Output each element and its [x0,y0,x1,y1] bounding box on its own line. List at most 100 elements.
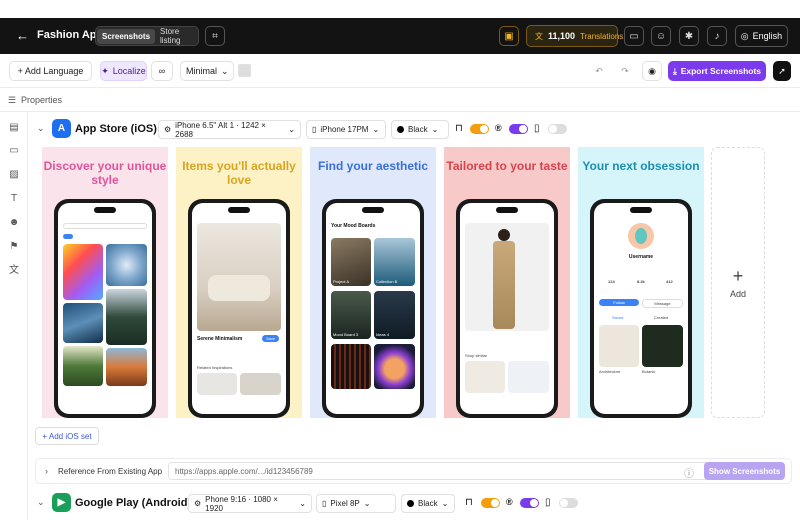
chevron-down-icon: ⌄ [363,499,371,508]
tab-store-listing[interactable]: Store listing [155,24,197,48]
language-select[interactable]: ◎ English [735,25,788,47]
info-icon[interactable]: ⓘ [684,465,694,480]
reference-row: › Reference From Existing App https://ap… [35,458,792,484]
sticker-icon[interactable]: ☻ [7,216,21,230]
ios-device-size-select[interactable]: ⚙ iPhone 6.5" Alt 1 · 1242 × 2688 ⌄ [158,120,301,139]
screenshot-card-4[interactable]: Tailored to your taste Shop similar [444,147,570,418]
profile-tab: Saved [612,315,624,320]
add-screenshot-card[interactable]: + Add [711,147,765,418]
redo-icon[interactable]: ↷ [617,61,633,81]
app-store-icon: A [52,119,71,138]
back-arrow-icon[interactable]: ← [16,28,32,44]
sparkle-icon: ✦ [101,65,109,76]
add-language-button[interactable]: + Add Language [9,61,92,81]
phone-icon: ▯ [322,499,327,508]
badge-toggle[interactable] [509,124,528,134]
ios-frame-color-select[interactable]: Black ⌄ [391,120,449,139]
stat-value: 124 [608,279,615,284]
font-select[interactable]: Minimal ⌄ [180,61,234,81]
scan-icon[interactable]: ⌗ [205,26,225,46]
chevron-right-icon[interactable]: › [45,466,48,476]
collapse-chevron-icon[interactable]: ⌄ [37,123,45,134]
search-input [63,223,147,229]
shop-similar-label: Shop similar [465,353,488,358]
plus-icon: + [732,265,744,286]
reference-label: Reference From Existing App [58,467,163,476]
chevron-down-icon: ⌄ [431,125,439,134]
gear-icon: ⚙ [194,499,202,508]
globe-icon: ◎ [740,30,749,41]
properties-bar[interactable]: ☰ Properties [0,88,800,112]
folder-icon[interactable]: ▭ [624,26,644,46]
android-device-model-select[interactable]: ▯ Pixel 8P ⌄ [316,494,396,513]
layout-icon[interactable]: ▤ [7,121,21,135]
color-dot [397,126,404,133]
screenshot-card-5[interactable]: Your next obsession Username 124 8.2k 41… [578,147,704,418]
folder-icon[interactable]: ▭ [7,144,21,158]
chevron-down-icon: ⌄ [441,499,449,508]
frame-toggle[interactable] [470,124,489,134]
link-icon[interactable]: ∞ [151,61,173,81]
frame-icon: ⊓ [465,497,473,508]
screenshot-card-3[interactable]: Find your aesthetic Your Mood Boards Pro… [310,147,436,418]
color-dot [407,500,414,507]
card-headline: Items you'll actually love [182,159,296,187]
text-icon[interactable]: T [7,192,21,206]
color-swatch[interactable] [238,64,251,77]
bell-icon[interactable]: ♪ [707,26,727,46]
android-platform-title: Google Play (Android) [75,497,192,509]
add-ios-set-button[interactable]: + Add iOS set [35,427,99,445]
google-play-icon: ▶ [52,493,71,512]
undo-icon[interactable]: ↶ [591,61,607,81]
credits-icon[interactable]: ▣ [499,26,519,46]
chevron-down-icon: ⌄ [372,125,380,134]
file-icon: ▯ [534,123,540,134]
translate-icon: 文 [535,31,543,41]
image-icon[interactable]: ▨ [7,168,21,182]
badge-toggle[interactable] [520,498,539,508]
screenshot-card-2[interactable]: Items you'll actually love Serene Minima… [176,147,302,418]
card-headline: Find your aesthetic [317,159,429,173]
app-url-input[interactable]: https://apps.apple.com/.../id123456789 [168,462,709,480]
card-headline: Tailored to your taste [446,159,568,173]
related-label: Related Inspirations [197,365,233,370]
phone-icon: ▯ [312,125,317,134]
menu-icon: ☰ [8,95,17,105]
file-toggle[interactable] [548,124,567,134]
android-frame-color-select[interactable]: Black ⌄ [401,494,455,513]
localize-button[interactable]: ✦ Localize [100,61,147,81]
collapse-chevron-icon[interactable]: ⌄ [37,497,45,508]
export-screenshots-button[interactable]: ⤓ Export Screenshots [668,61,766,81]
view-tabs: Screenshots Store listing [95,26,199,46]
card-headline: Discover your unique style [43,159,167,187]
save-button: Save [262,335,280,342]
frame-toggle[interactable] [481,498,500,508]
frame-icon: ⊓ [455,123,463,134]
editor-toolbar: + Add Language ✦ Localize ∞ Minimal ⌄ ↶ ↷ … [0,54,800,88]
show-screenshots-button[interactable]: Show Screenshots [704,462,785,480]
add-label: Add [729,288,746,299]
phone-frame: Shop similar [456,199,558,418]
screenshot-card-1[interactable]: Discover your unique style [42,147,168,418]
user-icon[interactable]: ☺ [651,26,671,46]
stat-value: 8.2k [637,279,645,284]
rocket-icon[interactable]: ➚ [773,61,791,81]
profile-username: Username [628,254,654,260]
tab-screenshots[interactable]: Screenshots [97,28,156,44]
translations-credits[interactable]: 文 11,100 Translations [526,25,623,47]
bug-icon[interactable]: ✱ [679,26,699,46]
phone-frame: Username 124 8.2k 412 Follow Message Sav… [590,199,692,418]
ios-device-model-select[interactable]: ▯ iPhone 17PM ⌄ [306,120,386,139]
message-button: Message [642,299,683,308]
phone-frame: Your Mood Boards Project A Collection B … [322,199,424,418]
flag-icon[interactable]: ⚑ [7,240,21,254]
preview-eye-icon[interactable]: ◉ [642,61,662,81]
phone-frame: Serene Minimalism Save Related Inspirati… [188,199,290,418]
android-device-size-select[interactable]: ⚙ Phone 9:16 · 1080 × 1920 ⌄ [188,494,312,513]
left-toolbar: ▤ ▭ ▨ T ☻ ⚑ 文 [0,112,28,520]
translate-icon[interactable]: 文 [7,264,21,278]
follow-button: Follow [599,299,639,306]
board-label: Ideas 4 [376,332,390,337]
file-toggle[interactable] [559,498,578,508]
boards-title: Your Mood Boards [331,223,376,229]
